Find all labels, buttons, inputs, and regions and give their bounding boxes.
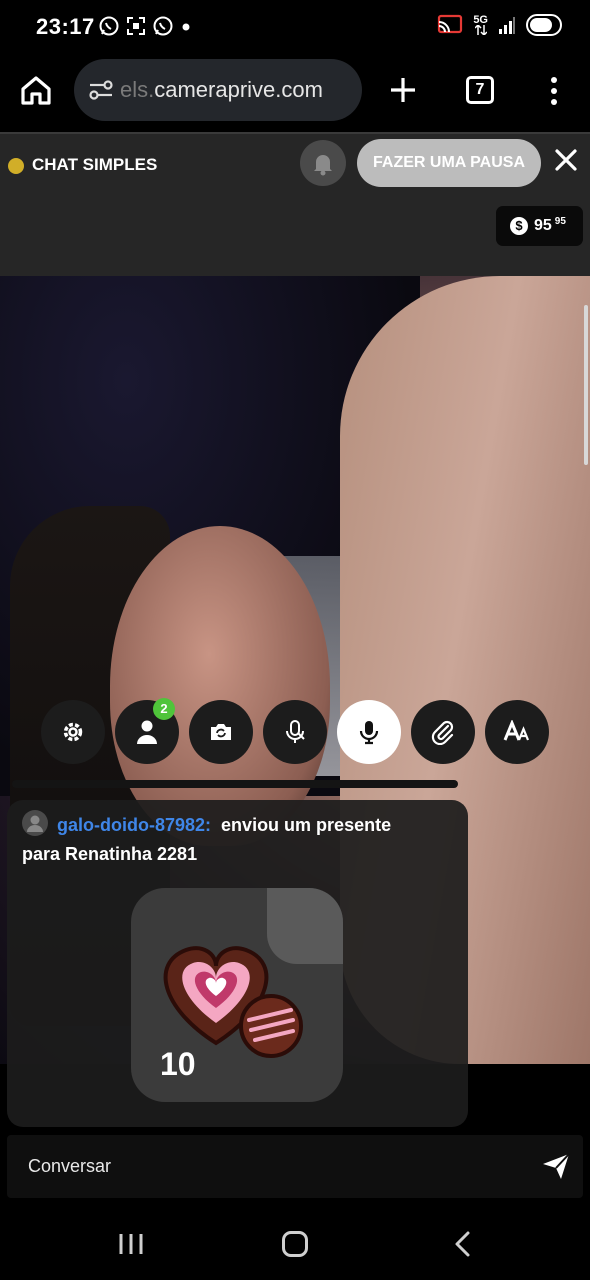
pause-button[interactable]: FAZER UMA PAUSA xyxy=(357,139,541,187)
notifications-button[interactable] xyxy=(300,140,346,186)
battery-icon xyxy=(526,14,562,36)
status-indicator xyxy=(8,158,24,174)
controls-divider xyxy=(12,780,458,788)
send-icon[interactable] xyxy=(541,1151,571,1181)
status-bar: 23:17 5G xyxy=(0,0,590,54)
network-type: 5G xyxy=(473,15,488,35)
video-face-shape xyxy=(110,526,330,846)
screenshot-icon xyxy=(127,17,145,35)
viewers-button[interactable]: 2 xyxy=(115,698,179,764)
new-tab-icon[interactable] xyxy=(388,68,418,112)
attach-button[interactable] xyxy=(411,700,475,764)
chat-header: CHAT SIMPLES FAZER UMA PAUSA $ 95 95 xyxy=(0,132,590,276)
back-icon[interactable] xyxy=(452,1230,474,1258)
coin-icon: $ xyxy=(510,217,528,235)
credits-superscript: 95 xyxy=(554,215,566,227)
site-settings-icon[interactable] xyxy=(88,77,114,103)
data-arrows-icon xyxy=(474,25,487,35)
avatar xyxy=(22,810,48,836)
chat-message-line: galo-doido-87982: enviou um presente xyxy=(57,815,391,836)
video-controls: 2 xyxy=(41,698,549,764)
url-domain: cameraprive.com xyxy=(154,77,323,102)
mic-button[interactable] xyxy=(337,700,401,764)
chat-messages-panel: galo-doido-87982: enviou um presente par… xyxy=(7,800,468,1127)
settings-icon xyxy=(63,722,83,742)
camera-switch-button[interactable] xyxy=(189,700,253,764)
tab-switcher-button[interactable]: 7 xyxy=(466,76,494,104)
credits-display: $ 95 95 xyxy=(496,206,583,246)
status-system-icons: 5G xyxy=(437,14,562,36)
mic-off-icon xyxy=(286,720,305,743)
status-notification-icons xyxy=(98,15,193,37)
home-icon[interactable] xyxy=(18,72,54,108)
whatsapp-icon xyxy=(153,16,173,36)
network-label: 5G xyxy=(473,14,488,26)
credits-value: 95 xyxy=(534,217,552,234)
font-size-button[interactable] xyxy=(485,700,549,764)
close-icon[interactable] xyxy=(552,146,580,174)
viewers-icon xyxy=(137,720,157,744)
scrollbar[interactable] xyxy=(584,305,588,465)
mic-icon xyxy=(359,721,379,745)
chat-mode-label: CHAT SIMPLES xyxy=(32,155,158,174)
system-navigation-bar xyxy=(0,1208,590,1280)
gift-card: 10 xyxy=(131,888,343,1102)
signal-icon xyxy=(499,17,515,34)
recent-apps-icon[interactable] xyxy=(118,1232,144,1256)
more-menu-icon[interactable] xyxy=(544,74,564,108)
viewers-badge: 2 xyxy=(153,698,175,720)
attach-icon xyxy=(431,720,454,745)
whatsapp-icon xyxy=(99,16,119,36)
bell-icon xyxy=(314,155,332,176)
url-text: els.cameraprive.com xyxy=(120,77,352,103)
status-time: 23:17 xyxy=(36,14,95,39)
message-text: enviou um presente xyxy=(221,815,392,835)
home-nav-icon[interactable] xyxy=(282,1231,308,1257)
url-prefix: els. xyxy=(120,77,155,102)
camera-switch-icon xyxy=(211,724,231,740)
cast-icon xyxy=(438,14,463,34)
mic-settings-button[interactable] xyxy=(263,700,327,764)
settings-button[interactable] xyxy=(41,700,105,764)
chat-input-container xyxy=(7,1135,583,1198)
message-text-line2: para Renatinha 2281 xyxy=(22,844,198,864)
gift-count: 10 xyxy=(160,1046,196,1082)
browser-toolbar: els.cameraprive.com 7 xyxy=(0,54,590,132)
chat-input[interactable] xyxy=(28,1146,508,1187)
user-avatar-icon xyxy=(27,815,43,832)
message-username[interactable]: galo-doido-87982: xyxy=(57,815,211,835)
font-size-icon xyxy=(503,720,530,741)
dot-icon xyxy=(182,23,190,31)
address-bar[interactable]: els.cameraprive.com xyxy=(74,59,362,121)
